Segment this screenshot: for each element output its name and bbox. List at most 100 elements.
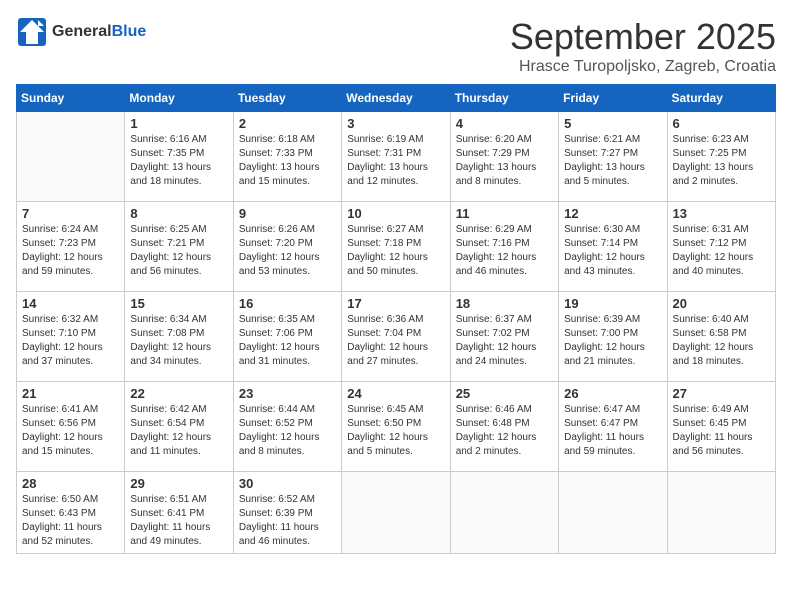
logo-blue: Blue <box>112 23 147 40</box>
day-number: 27 <box>673 386 770 401</box>
day-number: 14 <box>22 296 119 311</box>
calendar-cell: 2 Sunrise: 6:18 AM Sunset: 7:33 PM Daylig… <box>233 112 341 202</box>
weekday-header-sunday: Sunday <box>17 85 125 112</box>
calendar-cell: 25 Sunrise: 6:46 AM Sunset: 6:48 PM Dayli… <box>450 382 558 472</box>
day-number: 1 <box>130 116 227 131</box>
day-number: 5 <box>564 116 661 131</box>
day-info: Sunrise: 6:31 AM Sunset: 7:12 PM Dayligh… <box>673 223 770 279</box>
page-header: GeneralBlue September 2025 Hrasce Turopo… <box>16 16 776 76</box>
calendar-cell: 6 Sunrise: 6:23 AM Sunset: 7:25 PM Daylig… <box>667 112 775 202</box>
day-info: Sunrise: 6:32 AM Sunset: 7:10 PM Dayligh… <box>22 313 119 369</box>
calendar-cell: 29 Sunrise: 6:51 AM Sunset: 6:41 PM Dayli… <box>125 472 233 554</box>
calendar-cell: 7 Sunrise: 6:24 AM Sunset: 7:23 PM Daylig… <box>17 202 125 292</box>
day-info: Sunrise: 6:26 AM Sunset: 7:20 PM Dayligh… <box>239 223 336 279</box>
day-info: Sunrise: 6:44 AM Sunset: 6:52 PM Dayligh… <box>239 403 336 459</box>
day-info: Sunrise: 6:29 AM Sunset: 7:16 PM Dayligh… <box>456 223 553 279</box>
day-number: 6 <box>673 116 770 131</box>
day-info: Sunrise: 6:34 AM Sunset: 7:08 PM Dayligh… <box>130 313 227 369</box>
calendar-cell: 8 Sunrise: 6:25 AM Sunset: 7:21 PM Daylig… <box>125 202 233 292</box>
day-number: 18 <box>456 296 553 311</box>
day-info: Sunrise: 6:41 AM Sunset: 6:56 PM Dayligh… <box>22 403 119 459</box>
day-info: Sunrise: 6:37 AM Sunset: 7:02 PM Dayligh… <box>456 313 553 369</box>
calendar-week-row: 28Sunrise: 6:50 AM Sunset: 6:43 PM Dayli… <box>17 472 776 554</box>
calendar-week-row: 14 Sunrise: 6:32 AM Sunset: 7:10 PM Dayli… <box>17 292 776 382</box>
calendar-cell: 20 Sunrise: 6:40 AM Sunset: 6:58 PM Dayli… <box>667 292 775 382</box>
weekday-header-wednesday: Wednesday <box>342 85 450 112</box>
day-number: 4 <box>456 116 553 131</box>
title-block: September 2025 Hrasce Turopoljsko, Zagre… <box>510 16 776 76</box>
day-info: Sunrise: 6:40 AM Sunset: 6:58 PM Dayligh… <box>673 313 770 369</box>
calendar-cell: 26 Sunrise: 6:47 AM Sunset: 6:47 PM Dayli… <box>559 382 667 472</box>
day-info: Sunrise: 6:24 AM Sunset: 7:23 PM Dayligh… <box>22 223 119 279</box>
day-number: 20 <box>673 296 770 311</box>
day-number: 29 <box>130 476 227 491</box>
day-info: Sunrise: 6:50 AM Sunset: 6:43 PM Dayligh… <box>22 493 119 549</box>
day-info: Sunrise: 6:25 AM Sunset: 7:21 PM Dayligh… <box>130 223 227 279</box>
day-number: 21 <box>22 386 119 401</box>
calendar-cell: 24 Sunrise: 6:45 AM Sunset: 6:50 PM Dayli… <box>342 382 450 472</box>
day-info: Sunrise: 6:20 AM Sunset: 7:29 PM Dayligh… <box>456 133 553 189</box>
calendar-week-row: 21 Sunrise: 6:41 AM Sunset: 6:56 PM Dayli… <box>17 382 776 472</box>
day-number: 24 <box>347 386 444 401</box>
day-number: 17 <box>347 296 444 311</box>
day-info: Sunrise: 6:52 AM Sunset: 6:39 PM Dayligh… <box>239 493 336 549</box>
logo-general: General <box>52 23 112 40</box>
weekday-header-monday: Monday <box>125 85 233 112</box>
day-info: Sunrise: 6:19 AM Sunset: 7:31 PM Dayligh… <box>347 133 444 189</box>
day-number: 2 <box>239 116 336 131</box>
calendar-cell <box>450 472 558 554</box>
location-title: Hrasce Turopoljsko, Zagreb, Croatia <box>510 58 776 76</box>
calendar-table: SundayMondayTuesdayWednesdayThursdayFrid… <box>16 84 776 554</box>
day-info: Sunrise: 6:30 AM Sunset: 7:14 PM Dayligh… <box>564 223 661 279</box>
calendar-cell: 11 Sunrise: 6:29 AM Sunset: 7:16 PM Dayli… <box>450 202 558 292</box>
day-number: 16 <box>239 296 336 311</box>
calendar-cell <box>559 472 667 554</box>
logo-icon <box>16 16 48 48</box>
day-number: 7 <box>22 206 119 221</box>
calendar-cell: 30 Sunrise: 6:52 AM Sunset: 6:39 PM Dayli… <box>233 472 341 554</box>
day-number: 22 <box>130 386 227 401</box>
day-number: 25 <box>456 386 553 401</box>
day-info: Sunrise: 6:16 AM Sunset: 7:35 PM Dayligh… <box>130 133 227 189</box>
day-number: 30 <box>239 476 336 491</box>
day-number: 15 <box>130 296 227 311</box>
day-info: Sunrise: 6:42 AM Sunset: 6:54 PM Dayligh… <box>130 403 227 459</box>
weekday-header-tuesday: Tuesday <box>233 85 341 112</box>
day-info: Sunrise: 6:49 AM Sunset: 6:45 PM Dayligh… <box>673 403 770 459</box>
day-number: 19 <box>564 296 661 311</box>
calendar-week-row: 1 Sunrise: 6:16 AM Sunset: 7:35 PM Daylig… <box>17 112 776 202</box>
day-info: Sunrise: 6:18 AM Sunset: 7:33 PM Dayligh… <box>239 133 336 189</box>
calendar-cell: 13 Sunrise: 6:31 AM Sunset: 7:12 PM Dayli… <box>667 202 775 292</box>
weekday-header-friday: Friday <box>559 85 667 112</box>
calendar-cell: 1 Sunrise: 6:16 AM Sunset: 7:35 PM Daylig… <box>125 112 233 202</box>
calendar-cell: 14 Sunrise: 6:32 AM Sunset: 7:10 PM Dayli… <box>17 292 125 382</box>
day-info: Sunrise: 6:27 AM Sunset: 7:18 PM Dayligh… <box>347 223 444 279</box>
calendar-cell: 15 Sunrise: 6:34 AM Sunset: 7:08 PM Dayli… <box>125 292 233 382</box>
calendar-cell: 12 Sunrise: 6:30 AM Sunset: 7:14 PM Dayli… <box>559 202 667 292</box>
weekday-header-row: SundayMondayTuesdayWednesdayThursdayFrid… <box>17 85 776 112</box>
day-number: 26 <box>564 386 661 401</box>
day-info: Sunrise: 6:23 AM Sunset: 7:25 PM Dayligh… <box>673 133 770 189</box>
day-number: 12 <box>564 206 661 221</box>
calendar-cell: 28Sunrise: 6:50 AM Sunset: 6:43 PM Dayli… <box>17 472 125 554</box>
calendar-cell: 5Sunrise: 6:21 AM Sunset: 7:27 PM Daylig… <box>559 112 667 202</box>
day-number: 23 <box>239 386 336 401</box>
calendar-cell: 3Sunrise: 6:19 AM Sunset: 7:31 PM Daylig… <box>342 112 450 202</box>
calendar-cell <box>17 112 125 202</box>
day-info: Sunrise: 6:51 AM Sunset: 6:41 PM Dayligh… <box>130 493 227 549</box>
calendar-cell: 19 Sunrise: 6:39 AM Sunset: 7:00 PM Dayli… <box>559 292 667 382</box>
day-info: Sunrise: 6:36 AM Sunset: 7:04 PM Dayligh… <box>347 313 444 369</box>
calendar-cell: 17 Sunrise: 6:36 AM Sunset: 7:04 PM Dayli… <box>342 292 450 382</box>
calendar-cell: 10Sunrise: 6:27 AM Sunset: 7:18 PM Dayli… <box>342 202 450 292</box>
day-number: 8 <box>130 206 227 221</box>
day-info: Sunrise: 6:45 AM Sunset: 6:50 PM Dayligh… <box>347 403 444 459</box>
calendar-cell: 23 Sunrise: 6:44 AM Sunset: 6:52 PM Dayli… <box>233 382 341 472</box>
day-number: 13 <box>673 206 770 221</box>
day-number: 11 <box>456 206 553 221</box>
day-info: Sunrise: 6:39 AM Sunset: 7:00 PM Dayligh… <box>564 313 661 369</box>
calendar-week-row: 7 Sunrise: 6:24 AM Sunset: 7:23 PM Daylig… <box>17 202 776 292</box>
day-info: Sunrise: 6:46 AM Sunset: 6:48 PM Dayligh… <box>456 403 553 459</box>
day-info: Sunrise: 6:47 AM Sunset: 6:47 PM Dayligh… <box>564 403 661 459</box>
calendar-cell: 16Sunrise: 6:35 AM Sunset: 7:06 PM Dayli… <box>233 292 341 382</box>
calendar-cell: 18 Sunrise: 6:37 AM Sunset: 7:02 PM Dayli… <box>450 292 558 382</box>
